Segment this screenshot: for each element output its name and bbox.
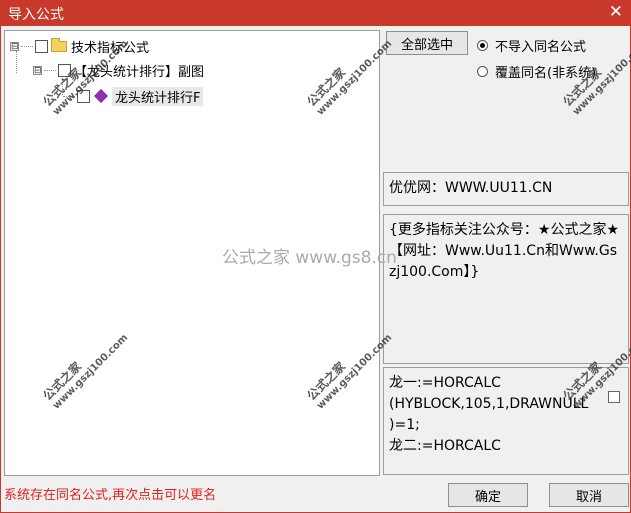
select-all-button[interactable]: 全部选中 xyxy=(386,31,468,55)
collapse-icon[interactable]: ⊟ xyxy=(33,65,42,75)
tree-connector xyxy=(21,45,33,47)
window-title: 导入公式 xyxy=(8,7,64,23)
description-text: {更多指标关注公众号：★公式之家★【网址：Www.Uu11.Cn和Www.Gsz… xyxy=(389,222,620,280)
root-checkbox[interactable] xyxy=(35,39,48,53)
radio-label: 不导入同名公式 xyxy=(495,40,587,55)
radio-skip-duplicates[interactable]: 不导入同名公式 xyxy=(477,36,586,55)
title-bar: 导入公式 ✕ xyxy=(0,0,631,26)
radio-button[interactable] xyxy=(477,66,488,77)
folder-icon xyxy=(51,37,67,52)
status-message: 系统存在同名公式,再次点击可以更名 xyxy=(4,488,217,503)
code-checkbox[interactable] xyxy=(608,391,620,403)
watermark-center: 公式之家 www.gs8.cn xyxy=(222,248,397,268)
description-panel[interactable]: {更多指标关注公众号：★公式之家★【网址：Www.Uu11.Cn和Www.Gsz… xyxy=(383,214,629,364)
cancel-button[interactable]: 取消 xyxy=(549,483,629,507)
ok-button[interactable]: 确定 xyxy=(448,483,528,507)
info-panel: 优优网：WWW.UU11.CN xyxy=(383,172,629,206)
tree-connector xyxy=(44,69,56,71)
close-icon[interactable]: ✕ xyxy=(609,2,623,22)
radio-button[interactable] xyxy=(477,40,488,51)
info-text: 优优网：WWW.UU11.CN xyxy=(389,180,553,196)
formula-icon xyxy=(93,88,109,104)
tree-node-label[interactable]: 龙头统计排行F xyxy=(112,86,204,106)
collapse-icon[interactable]: ⊟ xyxy=(10,41,19,51)
